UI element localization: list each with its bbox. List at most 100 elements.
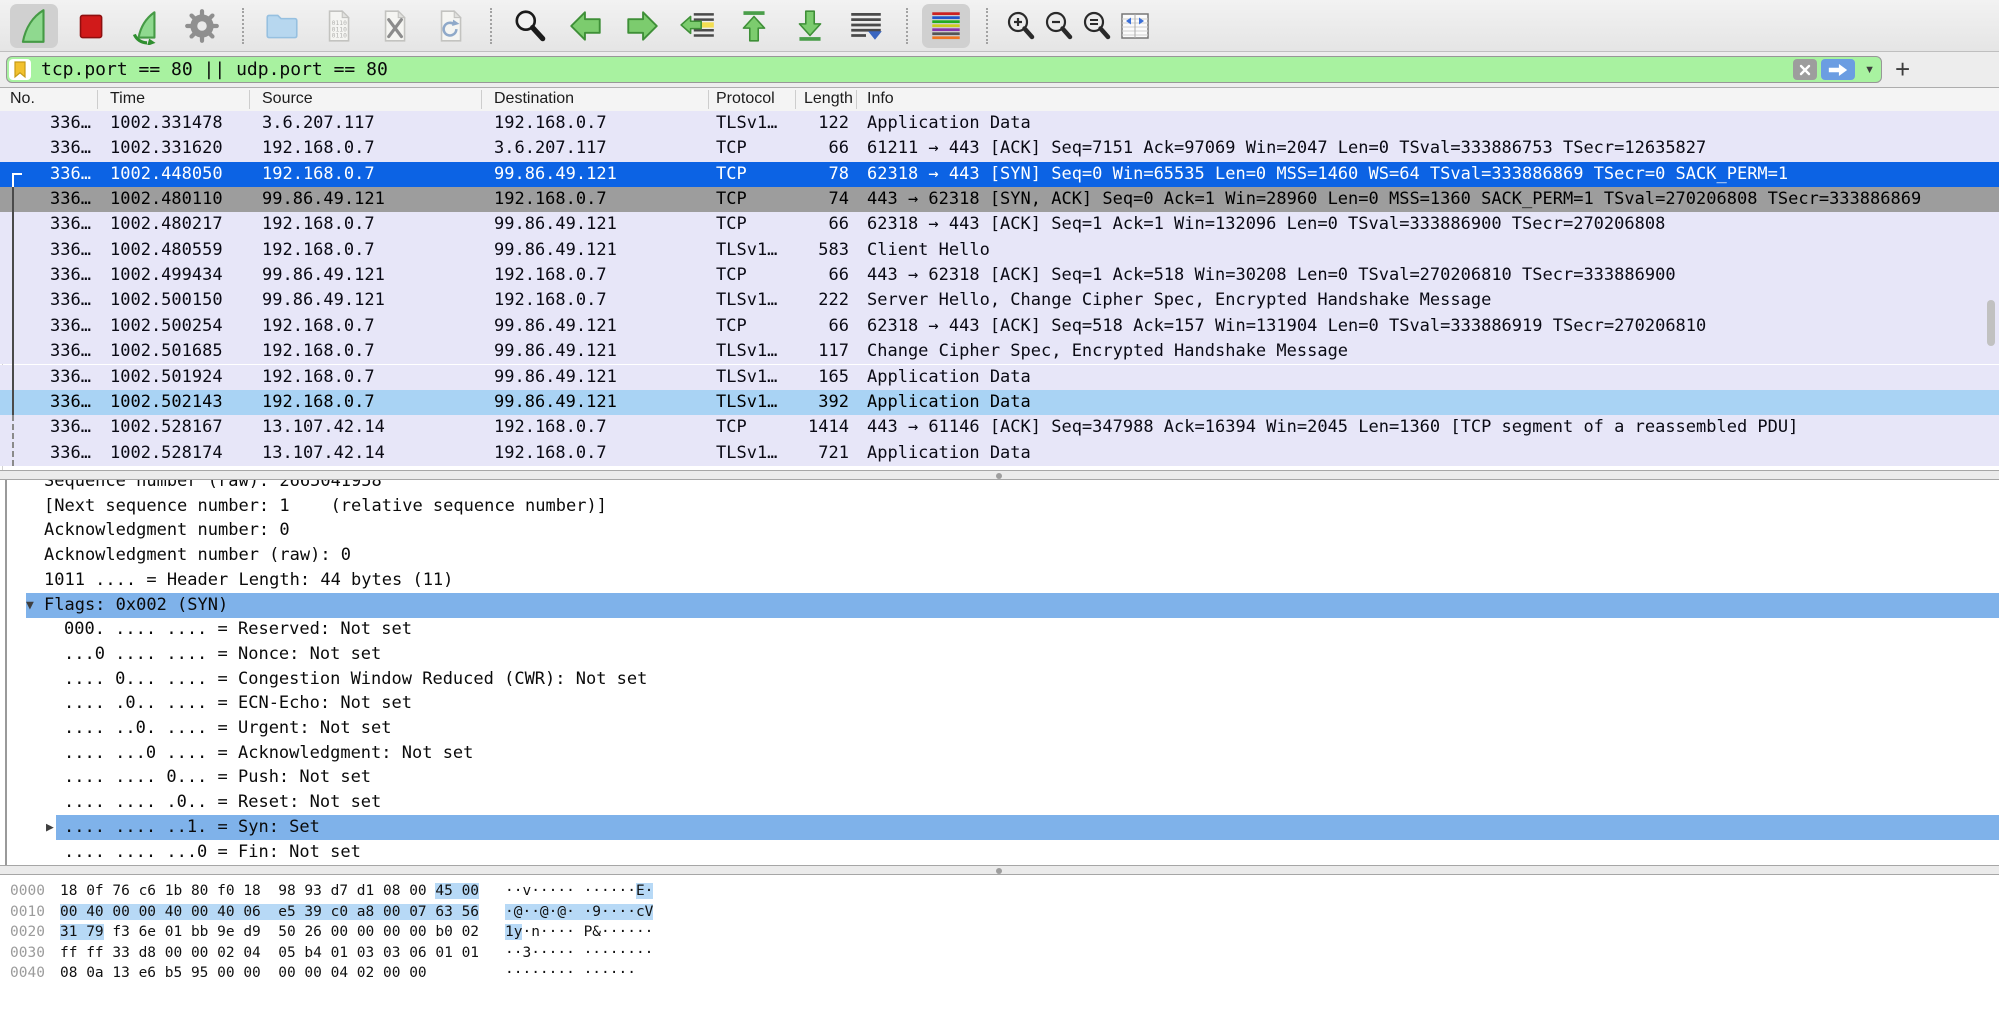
packet-cell-length: 117 (796, 339, 857, 364)
save-file-button[interactable]: 0110 0110 0110 (314, 4, 362, 48)
packet-row[interactable]: 336…1002.48011099.86.49.121192.168.0.7TC… (0, 187, 1999, 212)
filter-clear-button[interactable] (1793, 59, 1817, 80)
column-header-time[interactable]: Time (98, 88, 250, 111)
hex-row[interactable]: 001000 40 00 00 40 00 40 06 e5 39 c0 a8 … (0, 902, 1999, 922)
column-header-protocol[interactable]: Protocol (709, 88, 796, 111)
column-separator[interactable] (481, 90, 482, 109)
stop-square-icon (71, 7, 109, 45)
colorize-packets-button[interactable] (922, 4, 970, 48)
detail-field[interactable]: .... .... .0.. = Reset: Not set (0, 790, 1999, 815)
filter-history-dropdown[interactable]: ▼ (1864, 64, 1875, 76)
packet-cell-destination: 192.168.0.7 (482, 187, 709, 212)
column-header-destination[interactable]: Destination (482, 88, 709, 111)
column-header-length[interactable]: Length (796, 88, 857, 111)
filter-apply-button[interactable] (1821, 59, 1855, 80)
hex-row[interactable]: 004008 0a 13 e6 b5 95 00 00 00 00 04 02 … (0, 963, 1999, 983)
start-capture-button[interactable] (10, 4, 58, 48)
packet-cell-source: 192.168.0.7 (250, 162, 482, 187)
selected-field-highlight (26, 593, 1999, 618)
filter-bookmark-button[interactable] (9, 59, 31, 80)
hex-row[interactable]: 000018 0f 76 c6 1b 80 f0 18 98 93 d7 d1 … (0, 881, 1999, 901)
detail-field[interactable]: Acknowledgment number (raw): 0 (0, 543, 1999, 568)
hex-bytes: 31 79 f3 6e 01 bb 9e d9 50 26 00 00 00 0… (60, 922, 479, 942)
expand-expander-icon[interactable]: ▶ (46, 815, 54, 840)
detail-field[interactable]: .... .... 0... = Push: Not set (0, 765, 1999, 790)
find-packet-button[interactable] (506, 4, 554, 48)
stop-capture-button[interactable] (66, 4, 114, 48)
restart-capture-button[interactable] (122, 4, 170, 48)
packet-cell-no: 336… (0, 136, 98, 161)
hex-row[interactable]: 0030ff ff 33 d8 00 00 02 04 05 b4 01 03 … (0, 943, 1999, 963)
column-separator[interactable] (97, 90, 98, 109)
detail-field-text: Acknowledgment number (raw): 0 (44, 543, 351, 568)
column-header-no[interactable]: No. (0, 88, 98, 111)
pane-splitter-top[interactable] (0, 470, 1999, 480)
go-back-button[interactable] (562, 4, 610, 48)
go-to-packet-button[interactable] (674, 4, 722, 48)
packet-row[interactable]: 336…1002.448050192.168.0.799.86.49.121TC… (0, 162, 1999, 187)
detail-field[interactable]: 1011 .... = Header Length: 44 bytes (11) (0, 568, 1999, 593)
auto-scroll-button[interactable] (842, 4, 890, 48)
packet-row[interactable]: 336…1002.50015099.86.49.121192.168.0.7TL… (0, 288, 1999, 313)
packet-row[interactable]: 336…1002.52816713.107.42.14192.168.0.7TC… (0, 415, 1999, 440)
column-separator[interactable] (856, 90, 857, 109)
conversation-line-solid (12, 187, 14, 415)
detail-field[interactable]: .... ..0. .... = Urgent: Not set (0, 716, 1999, 741)
packet-list-scrollbar[interactable] (1987, 300, 1995, 346)
detail-field[interactable]: 000. .... .... = Reserved: Not set (0, 617, 1999, 642)
display-filter-input[interactable]: tcp.port == 80 || udp.port == 80 ▼ (6, 56, 1882, 83)
go-forward-button[interactable] (618, 4, 666, 48)
packet-row[interactable]: 336…1002.500254192.168.0.799.86.49.121TC… (0, 314, 1999, 339)
packet-cell-time: 1002.480217 (98, 212, 250, 237)
detail-field[interactable]: .... 0... .... = Congestion Window Reduc… (0, 667, 1999, 692)
detail-field[interactable]: ...0 .... .... = Nonce: Not set (0, 642, 1999, 667)
detail-field-text: .... .... .0.. = Reset: Not set (64, 790, 381, 815)
resize-columns-button[interactable] (1116, 4, 1154, 48)
packet-row[interactable]: 336…1002.501924192.168.0.799.86.49.121TL… (0, 365, 1999, 390)
folder-icon (263, 7, 301, 45)
packet-cell-protocol: TCP (709, 263, 796, 288)
reload-file-button[interactable] (426, 4, 474, 48)
packet-cell-time: 1002.500254 (98, 314, 250, 339)
detail-field[interactable]: .... .0.. .... = ECN-Echo: Not set (0, 691, 1999, 716)
detail-field[interactable]: [Next sequence number: 1 (relative seque… (0, 494, 1999, 519)
zoom-reset-button[interactable] (1078, 4, 1116, 48)
packet-row[interactable]: 336…1002.480559192.168.0.799.86.49.121TL… (0, 238, 1999, 263)
pane-splitter-bottom[interactable] (0, 865, 1999, 875)
detail-field[interactable]: ▶.... .... ..1. = Syn: Set (0, 815, 1999, 840)
go-to-top-button[interactable] (730, 4, 778, 48)
go-to-bottom-button[interactable] (786, 4, 834, 48)
packet-cell-protocol: TCP (709, 187, 796, 212)
packet-row[interactable]: 336…1002.52817413.107.42.14192.168.0.7TL… (0, 441, 1999, 466)
column-separator[interactable] (249, 90, 250, 109)
hex-row[interactable]: 002031 79 f3 6e 01 bb 9e d9 50 26 00 00 … (0, 922, 1999, 942)
zoom-in-button[interactable] (1002, 4, 1040, 48)
capture-options-button[interactable] (178, 4, 226, 48)
column-header-source[interactable]: Source (250, 88, 482, 111)
collapse-expander-icon[interactable]: ▼ (26, 593, 34, 618)
filter-expression[interactable]: tcp.port == 80 || udp.port == 80 (41, 59, 1793, 80)
detail-field[interactable]: Sequence number (raw): 2665041958 (0, 480, 1999, 494)
packet-row[interactable]: 336…1002.49943499.86.49.121192.168.0.7TC… (0, 263, 1999, 288)
packet-cell-destination: 99.86.49.121 (482, 162, 709, 187)
packet-cell-destination: 99.86.49.121 (482, 314, 709, 339)
column-header-info[interactable]: Info (857, 88, 1999, 111)
document-close-icon (375, 7, 413, 45)
packet-row[interactable]: 336…1002.480217192.168.0.799.86.49.121TC… (0, 212, 1999, 237)
column-separator[interactable] (795, 90, 796, 109)
detail-field[interactable]: .... ...0 .... = Acknowledgment: Not set (0, 741, 1999, 766)
open-file-button[interactable] (258, 4, 306, 48)
close-file-button[interactable] (370, 4, 418, 48)
column-separator[interactable] (708, 90, 709, 109)
detail-field[interactable]: .... .... ...0 = Fin: Not set (0, 840, 1999, 865)
packet-row[interactable]: 336…1002.502143192.168.0.799.86.49.121TL… (0, 390, 1999, 415)
packet-cell-no: 336… (0, 390, 98, 415)
filter-add-button[interactable]: + (1895, 52, 1910, 88)
detail-field[interactable]: Acknowledgment number: 0 (0, 518, 1999, 543)
packet-row[interactable]: 336…1002.501685192.168.0.799.86.49.121TL… (0, 339, 1999, 364)
packet-row[interactable]: 336…1002.331620192.168.0.73.6.207.117TCP… (0, 136, 1999, 161)
packet-row[interactable]: 336…1002.3314783.6.207.117192.168.0.7TLS… (0, 111, 1999, 136)
hex-ascii: ········ ······ (505, 963, 636, 983)
zoom-out-button[interactable] (1040, 4, 1078, 48)
detail-field[interactable]: ▼Flags: 0x002 (SYN) (0, 593, 1999, 618)
